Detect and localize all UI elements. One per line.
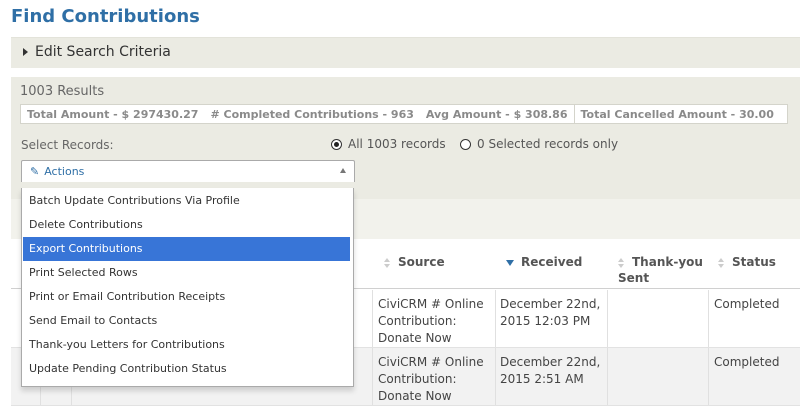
column-header-source[interactable]: Source [384,254,445,270]
menu-item-delete-contributions[interactable]: Delete Contributions [23,213,350,237]
column-divider [495,348,496,405]
sort-icon [718,257,725,268]
actions-dropdown-menu: Batch Update Contributions Via Profile D… [21,188,354,387]
search-criteria-bar: Edit Search Criteria [11,37,800,68]
menu-item-batch-update[interactable]: Batch Update Contributions Via Profile [23,189,350,213]
column-divider [607,348,608,405]
menu-item-print-email-receipts[interactable]: Print or Email Contribution Receipts [23,285,350,309]
column-divider [607,290,608,347]
radio-selected-records-button[interactable] [460,138,471,150]
radio-all-records[interactable]: All 1003 records [331,137,446,151]
menu-item-thankyou-letters[interactable]: Thank-you Letters for Contributions [23,333,350,357]
column-header-received[interactable]: Received [506,254,582,270]
menu-item-update-pending[interactable]: Update Pending Contribution Status [23,357,350,381]
cell-source: CiviCRM # Online Contribution: Donate Now [378,297,484,345]
column-header-status[interactable]: Status [718,254,776,270]
column-header-thankyou-sent[interactable]: Thank-you Sent [618,254,703,286]
cell-status: Completed [714,297,780,311]
menu-item-send-email[interactable]: Send Email to Contacts [23,309,350,333]
column-divider [708,348,709,405]
edit-search-criteria-label: Edit Search Criteria [35,44,171,60]
cell-source: CiviCRM # Online Contribution: Donate Now [378,355,484,403]
radio-all-records-button[interactable] [331,138,342,150]
results-summary-stats: Total Amount - $ 297430.27 # Completed C… [20,104,788,124]
edit-search-criteria-toggle[interactable]: Edit Search Criteria [23,44,171,60]
cell-received: December 22nd, 2015 2:51 AM [500,355,601,386]
pencil-icon: ✎ [30,165,40,178]
column-divider [708,290,709,347]
menu-item-print-selected-rows[interactable]: Print Selected Rows [23,261,350,285]
column-divider [372,348,373,405]
page-title: Find Contributions [11,6,200,27]
expand-triangle-icon [23,48,28,56]
stat-total-amount: Total Amount - $ 297430.27 [27,107,199,121]
column-divider [372,290,373,347]
cell-status: Completed [714,355,780,369]
sort-icon [618,257,625,268]
select-records-label: Select Records: [21,138,114,152]
results-count: 1003 Results [20,84,105,99]
chevron-up-icon [340,168,346,173]
results-panel: 1003 Results Total Amount - $ 297430.27 … [11,77,800,199]
cell-received: December 22nd, 2015 12:03 PM [500,297,601,328]
actions-select-label: Actions [44,165,85,178]
radio-all-records-label: All 1003 records [348,137,446,151]
stat-total-cancelled: Total Cancelled Amount - 30.00 [580,107,774,121]
sort-icon [384,257,391,268]
column-divider [495,290,496,347]
radio-selected-records-label: 0 Selected records only [477,137,619,151]
stat-completed-count: # Completed Contributions - 963 [210,107,414,121]
stat-avg-amount: Avg Amount - $ 308.86 [425,107,568,121]
radio-selected-records[interactable]: 0 Selected records only [460,137,618,151]
actions-select[interactable]: ✎ Actions [21,160,355,182]
menu-item-export-contributions[interactable]: Export Contributions [23,237,350,261]
sort-descending-icon [506,259,514,266]
